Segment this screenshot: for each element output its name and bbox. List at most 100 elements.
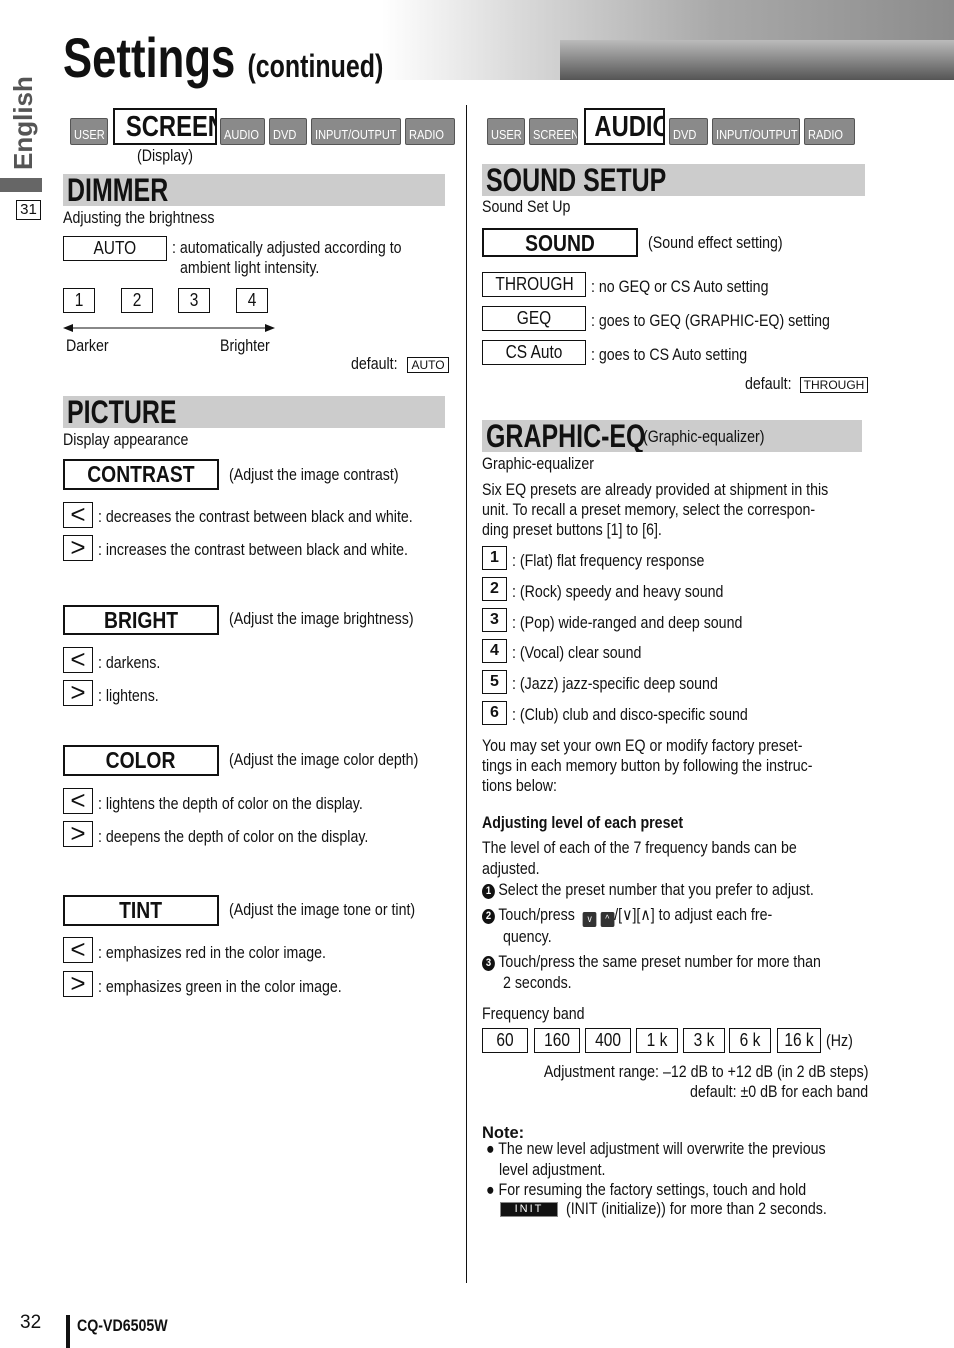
title-continued: (continued) [247, 48, 384, 84]
band-box: 60 [482, 1028, 528, 1053]
note-item: ● The new level adjustment will overwrit… [486, 1140, 826, 1158]
option-desc: : no GEQ or CS Auto setting [591, 278, 769, 296]
step-number-icon: 2 [482, 909, 495, 924]
tab-input-output[interactable]: INPUT/OUTPUT [311, 118, 401, 145]
bright-label: BRIGHT [63, 605, 219, 635]
intro-line: unit. To recall a preset memory, select … [482, 501, 816, 519]
band-box: 400 [585, 1028, 631, 1053]
side-bar [0, 178, 42, 192]
adjust-default: default: ±0 dB for each band [689, 1083, 868, 1101]
graphic-eq-note: (Graphic-equalizer) [643, 428, 765, 446]
band-box: 6 k [729, 1028, 771, 1053]
step-3-cont: 2 seconds. [503, 974, 572, 992]
column-divider [466, 105, 467, 1283]
note-item: ● For resuming the factory settings, tou… [486, 1181, 807, 1199]
picture-heading: PICTURE [63, 396, 445, 428]
decrease-button[interactable]: < [63, 646, 93, 673]
unit-label: (Hz) [826, 1032, 853, 1050]
bright-note: (Adjust the image brightness) [229, 610, 414, 628]
option-cs-auto: CS Auto [482, 340, 586, 365]
brighter-label: Brighter [220, 337, 270, 355]
init-button-icon: INIT [500, 1202, 558, 1217]
option-desc: : goes to CS Auto setting [591, 346, 748, 364]
tab-radio[interactable]: RADIO [804, 118, 855, 145]
tab-audio[interactable]: AUDIO [220, 118, 265, 145]
tab-screen[interactable]: SCREEN [529, 118, 578, 145]
sound-setup-subtitle: Sound Set Up [482, 198, 571, 216]
preset-button[interactable]: 4 [482, 639, 507, 663]
option-through: THROUGH [482, 272, 586, 297]
default-label: default: [351, 355, 398, 373]
freq-label: Frequency band [482, 1005, 585, 1023]
tint-note: (Adjust the image tone or tint) [229, 901, 416, 919]
tab-radio[interactable]: RADIO [405, 118, 455, 145]
color-inc-desc: : deepens the depth of color on the disp… [98, 828, 369, 846]
step-2: 2 Touch/press v ^/[∨][∧] to adjust each f… [482, 905, 772, 927]
contrast-note: (Adjust the image contrast) [229, 466, 399, 484]
step-number-icon: 3 [482, 956, 495, 971]
decrease-button[interactable]: < [63, 501, 93, 528]
step-text: Select the preset number that you prefer… [498, 881, 814, 899]
option-desc: : goes to GEQ (GRAPHIC-EQ) setting [591, 312, 830, 330]
tab-dvd[interactable]: DVD [669, 118, 708, 145]
band-box: 3 k [683, 1028, 725, 1053]
preset-desc: : (Pop) wide-ranged and deep sound [512, 614, 743, 632]
preset-button[interactable]: 6 [482, 701, 507, 725]
darker-label: Darker [66, 337, 109, 355]
auto-desc-2: ambient light intensity. [180, 259, 320, 277]
tab-user[interactable]: USER [70, 118, 108, 145]
level-box: 3 [178, 288, 210, 313]
adjust-intro: adjusted. [482, 860, 540, 878]
page-title: Settings (continued) [63, 28, 383, 96]
dimmer-subtitle: Adjusting the brightness [63, 209, 215, 227]
custom-line: You may set your own EQ or modify factor… [482, 737, 803, 755]
picture-subtitle: Display appearance [63, 431, 189, 449]
double-arrow-icon [63, 324, 275, 332]
decrease-button[interactable]: < [63, 936, 93, 963]
decrease-button[interactable]: < [63, 787, 93, 814]
tab-dvd[interactable]: DVD [269, 118, 307, 145]
increase-button[interactable]: > [63, 970, 93, 997]
increase-button[interactable]: > [63, 679, 93, 706]
init-text: (INIT (initialize)) for more than 2 seco… [566, 1200, 827, 1218]
preset-desc: : (Vocal) clear sound [512, 644, 642, 662]
increase-button[interactable]: > [63, 820, 93, 847]
tab-screen[interactable]: SCREEN [113, 108, 217, 145]
default-value: THROUGH [800, 377, 868, 393]
band-box: 160 [534, 1028, 580, 1053]
model-number: CQ-VD6505W [77, 1317, 168, 1335]
road-image [560, 40, 954, 80]
step-text: Touch/press the same preset number for m… [498, 953, 821, 971]
tab-audio[interactable]: AUDIO [584, 108, 665, 145]
sound-effect-label: SOUND EFFECT [482, 228, 638, 257]
band-box: 16 k [777, 1028, 821, 1053]
graphic-eq-subtitle: Graphic-equalizer [482, 455, 595, 473]
page-number: 32 [20, 1312, 42, 1333]
down-button-icon: v [582, 912, 597, 927]
tint-inc-desc: : emphasizes green in the color image. [98, 978, 342, 996]
contrast-label: CONTRAST [63, 459, 219, 490]
increase-button[interactable]: > [63, 534, 93, 561]
preset-desc: : (Rock) speedy and heavy sound [512, 583, 724, 601]
preset-button[interactable]: 2 [482, 577, 507, 601]
bright-dec-desc: : darkens. [98, 654, 161, 672]
contrast-dec-desc: : decreases the contrast between black a… [98, 508, 413, 526]
title-text: Settings [63, 26, 236, 89]
option-geq: GEQ [482, 306, 586, 331]
preset-button[interactable]: 5 [482, 670, 507, 694]
level-box: 4 [236, 288, 268, 313]
intro-line: Six EQ presets are already provided at s… [482, 481, 829, 499]
preset-button[interactable]: 1 [482, 546, 507, 570]
band-box: 1 k [636, 1028, 678, 1053]
step-3: 3 Touch/press the same preset number for … [482, 952, 821, 972]
tab-input-output[interactable]: INPUT/OUTPUT [712, 118, 800, 145]
preset-desc: : (Club) club and disco-specific sound [512, 706, 748, 724]
preset-button[interactable]: 3 [482, 608, 507, 632]
sound-effect-note: (Sound effect setting) [648, 234, 783, 252]
default-label: default: [745, 375, 792, 393]
note-item-cont: level adjustment. [499, 1161, 606, 1179]
tab-caption: (Display) [137, 147, 193, 165]
language-label: English [8, 76, 38, 170]
tab-user[interactable]: USER [487, 118, 525, 145]
adjust-range: Adjustment range: –12 dB to +12 dB (in 2… [543, 1063, 868, 1081]
